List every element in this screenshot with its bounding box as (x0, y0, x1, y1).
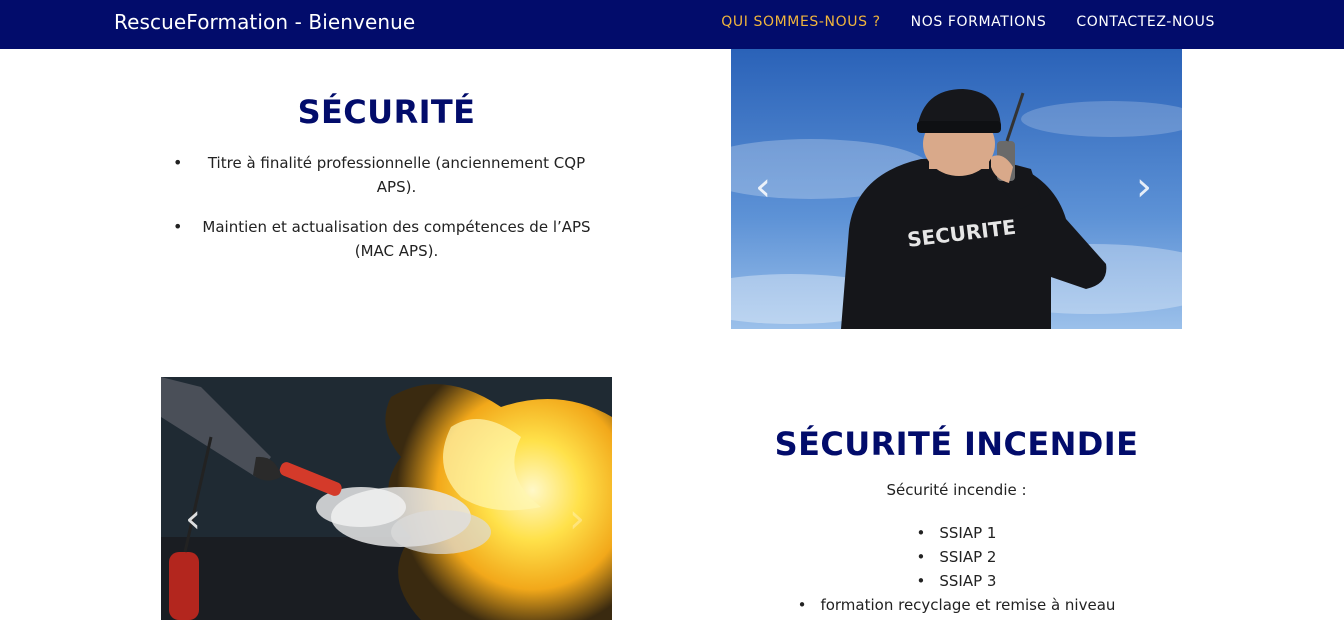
bullet-icon: • (916, 572, 926, 590)
nav-link-nos-formations[interactable]: NOS FORMATIONS (911, 14, 1047, 30)
list-item: • SSIAP 1 (731, 521, 1182, 545)
list-item: • SSIAP 2 (731, 545, 1182, 569)
carousel-prev-button[interactable]: ‹ (755, 167, 771, 207)
security-guard-image: SECURITE (731, 49, 1182, 329)
bullet-icon: • (797, 596, 807, 614)
securite-text-block: SÉCURITÉ Titre à finalité professionnell… (161, 93, 612, 279)
securite-carousel: SECURITE ‹ › (731, 49, 1182, 329)
main-nav: QUI SOMMES-NOUS ? NOS FORMATIONS CONTACT… (721, 14, 1215, 30)
securite-list: Titre à finalité professionnelle (ancien… (161, 151, 612, 263)
bullet-icon: • (916, 524, 926, 542)
incendie-list: • SSIAP 1 • SSIAP 2 • SSIAP 3 • formation re… (731, 521, 1182, 617)
list-item: Titre à finalité professionnelle (ancien… (171, 151, 602, 199)
carousel-next-button[interactable]: › (569, 499, 585, 539)
fire-extinguisher-image (161, 377, 612, 620)
nav-link-qui-sommes-nous[interactable]: QUI SOMMES-NOUS ? (721, 14, 880, 30)
top-navbar: RescueFormation - Bienvenue QUI SOMMES-N… (0, 0, 1344, 49)
list-item: Maintien et actualisation des compétence… (171, 215, 602, 263)
incendie-text-block: SÉCURITÉ INCENDIE Sécurité incendie : • S… (731, 425, 1182, 617)
carousel-prev-button[interactable]: ‹ (185, 499, 201, 539)
brand-link[interactable]: RescueFormation - Bienvenue (114, 10, 415, 34)
securite-heading: SÉCURITÉ (297, 93, 476, 131)
list-item: • formation recyclage et remise à niveau (731, 593, 1182, 617)
nav-link-contactez-nous[interactable]: CONTACTEZ-NOUS (1076, 14, 1215, 30)
incendie-carousel: ‹ › (161, 377, 612, 620)
list-item: • SSIAP 3 (731, 569, 1182, 593)
incendie-subtitle: Sécurité incendie : (886, 481, 1027, 499)
carousel-next-button[interactable]: › (1136, 167, 1152, 207)
bullet-icon: • (916, 548, 926, 566)
incendie-heading: SÉCURITÉ INCENDIE (774, 425, 1139, 463)
